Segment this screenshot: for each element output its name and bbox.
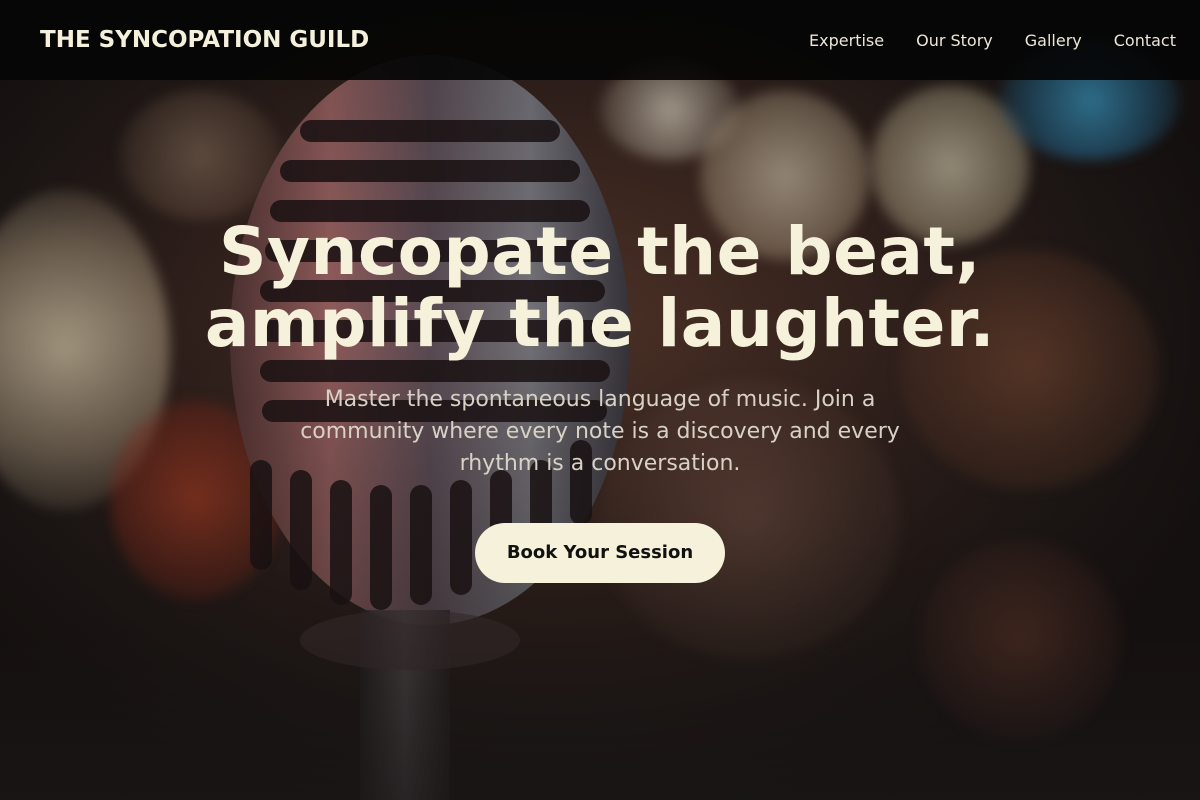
hero-headline: Syncopate the beat, amplify the laughter…: [0, 216, 1200, 360]
nav-link-expertise[interactable]: Expertise: [809, 31, 884, 50]
book-session-button[interactable]: Book Your Session: [475, 523, 725, 583]
nav-link-contact[interactable]: Contact: [1114, 31, 1176, 50]
nav-links: Expertise Our Story Gallery Contact: [777, 31, 1176, 50]
hero-section: Syncopate the beat, amplify the laughter…: [0, 216, 1200, 583]
hero-subtext: Master the spontaneous language of music…: [300, 387, 900, 476]
nav-link-gallery[interactable]: Gallery: [1025, 31, 1082, 50]
hero-headline-line-1: Syncopate the beat,: [218, 213, 982, 290]
top-navbar: THE SYNCOPATION GUILD Expertise Our Stor…: [0, 0, 1200, 80]
brand-logo[interactable]: THE SYNCOPATION GUILD: [40, 27, 369, 53]
nav-link-our-story[interactable]: Our Story: [916, 31, 993, 50]
hero-headline-line-2: amplify the laughter.: [204, 285, 996, 362]
